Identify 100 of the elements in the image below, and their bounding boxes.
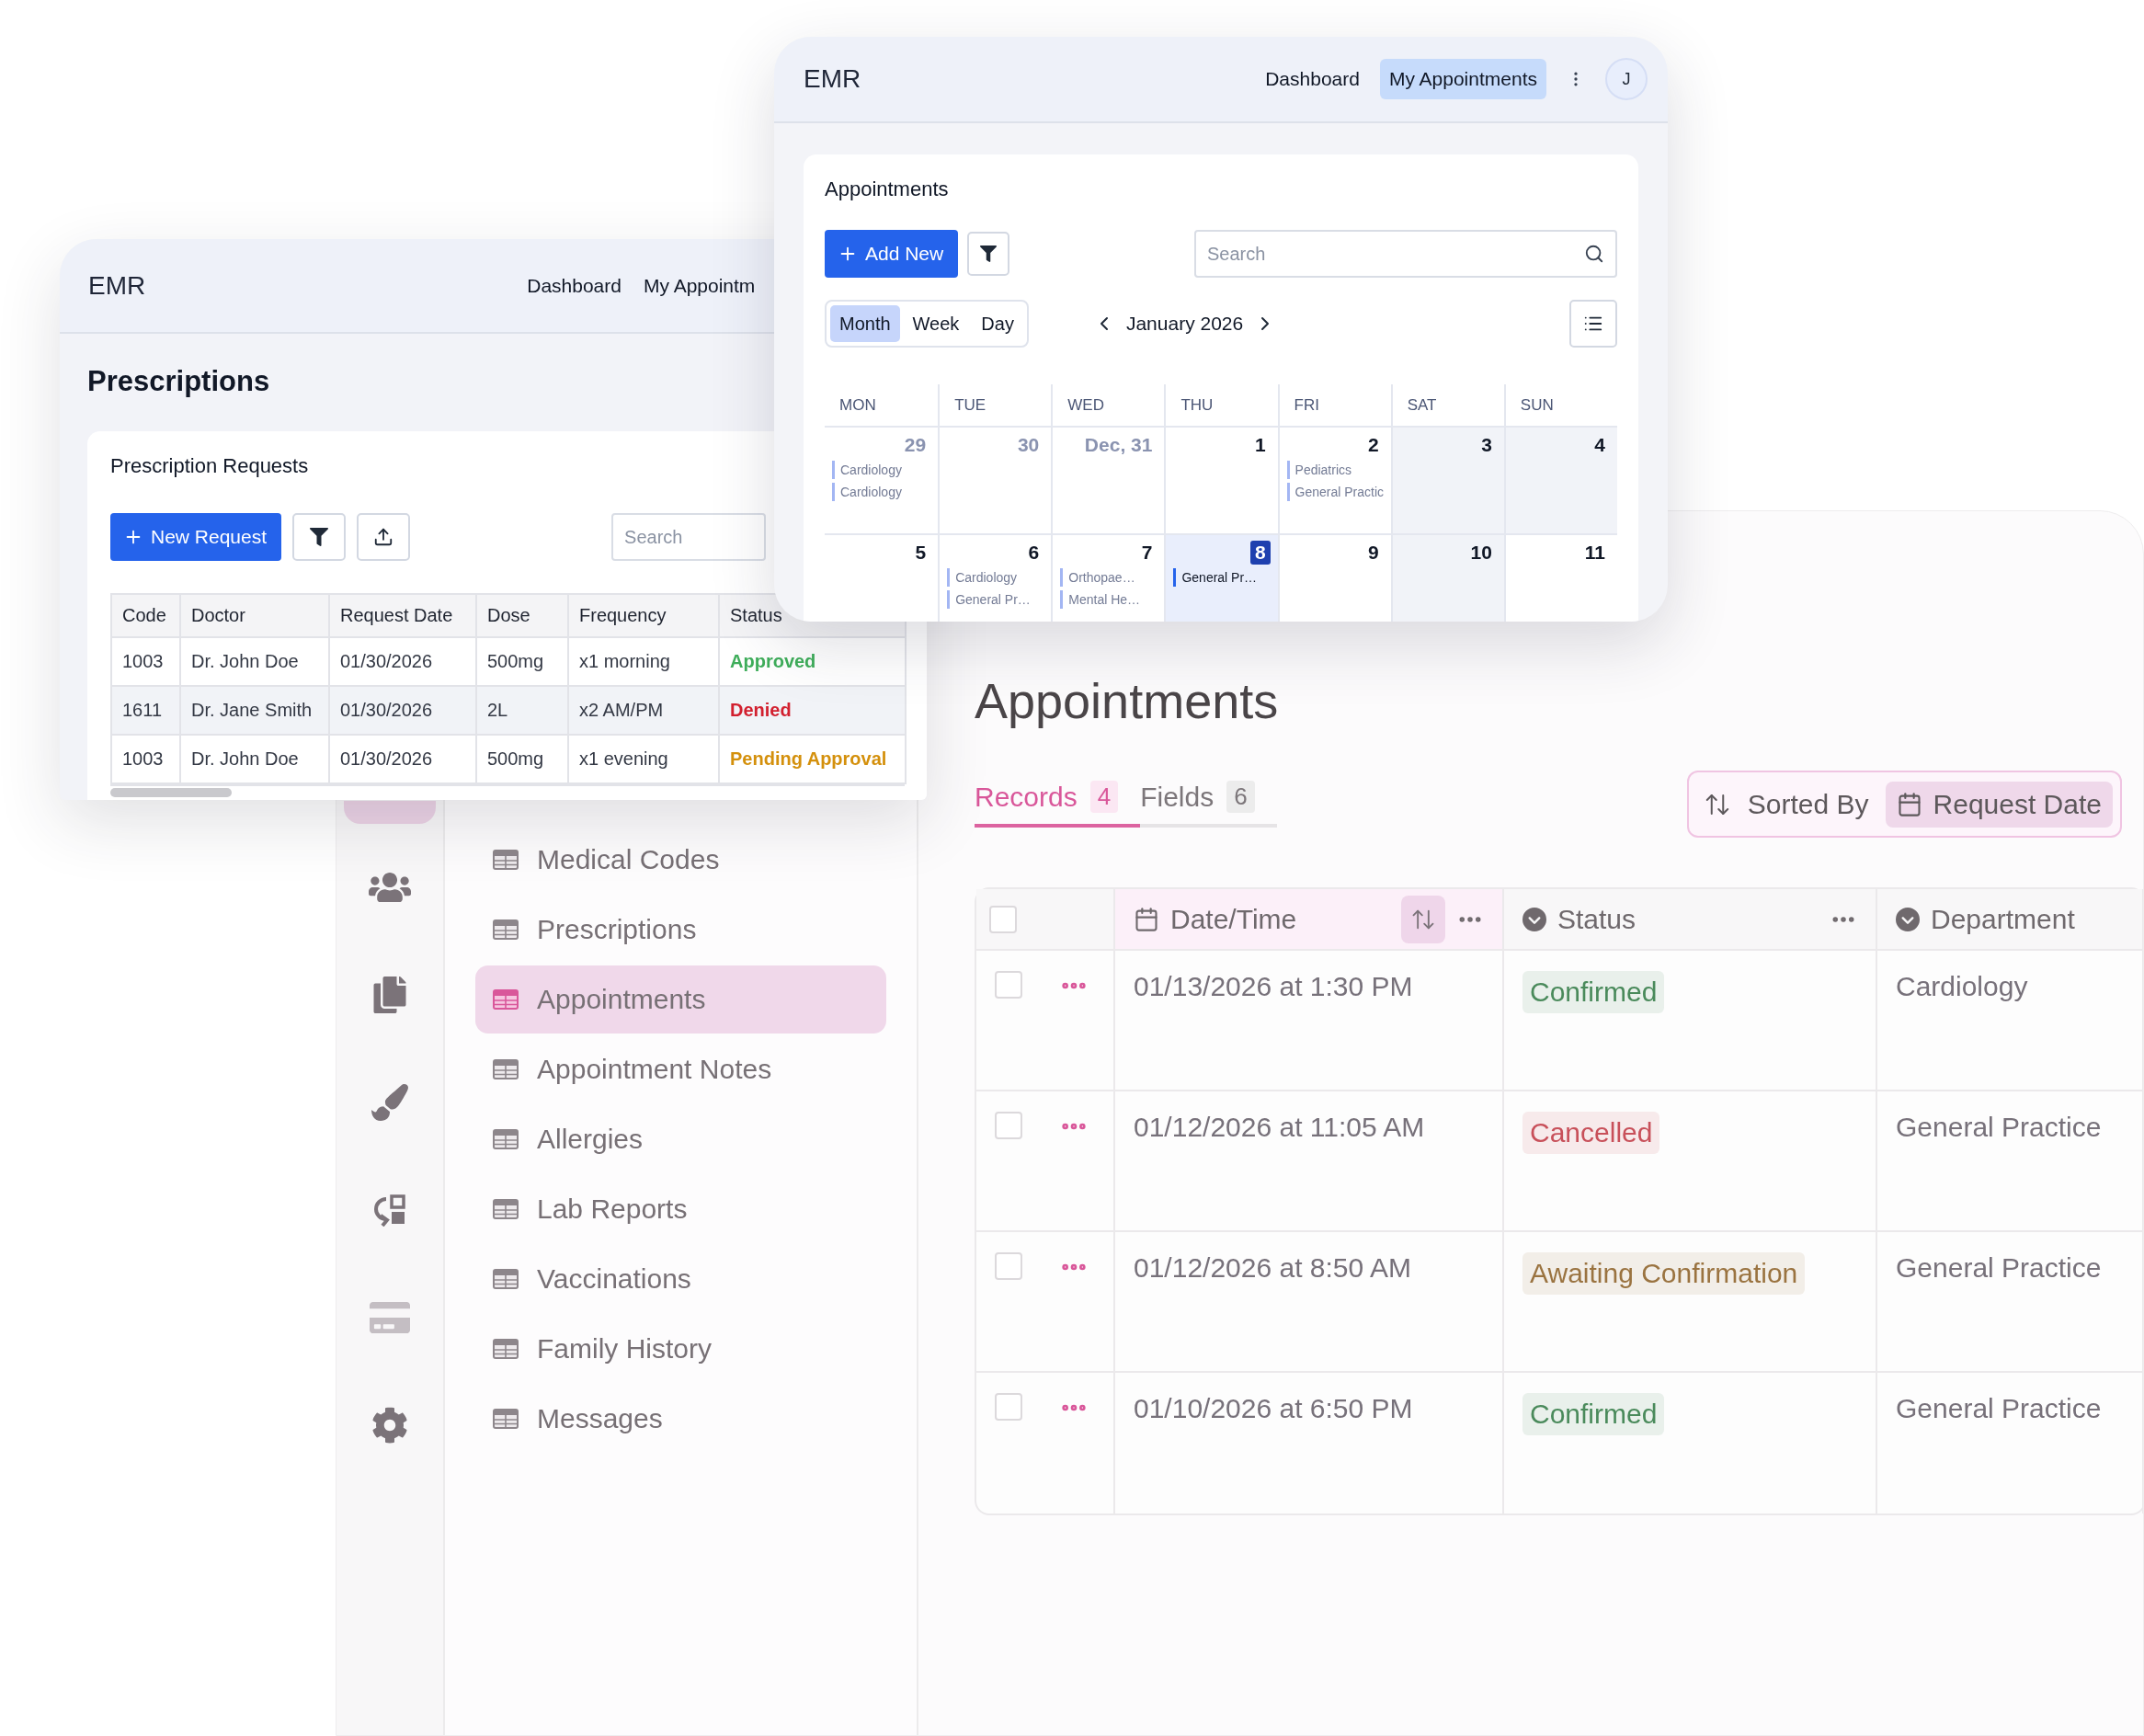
brand: EMR xyxy=(804,64,861,94)
day-cell[interactable]: 8 General Pr… xyxy=(1164,535,1278,622)
status-pill: Confirmed xyxy=(1522,1393,1665,1435)
table-cell: 01/12/2026 at 8:50 AM xyxy=(1115,1232,1504,1373)
nav-item[interactable]: Family History xyxy=(475,1315,886,1383)
day-number: 4 xyxy=(1593,433,1606,457)
table-icon xyxy=(493,919,519,940)
table-cell: 1611 xyxy=(112,687,181,736)
day-number: 5 xyxy=(914,541,928,565)
day-number: 29 xyxy=(903,433,928,457)
documents-icon xyxy=(371,976,408,1013)
view-option[interactable]: Week xyxy=(903,305,969,342)
nav-link[interactable]: My Appointments xyxy=(1379,59,1546,99)
day-cell[interactable]: 2 Pediatrics General Practic xyxy=(1277,428,1391,535)
column-header: Request Date xyxy=(330,595,477,638)
table-cell: 1003 xyxy=(112,736,181,784)
new-request-button[interactable]: New Request xyxy=(110,513,282,561)
day-cell[interactable]: 30 xyxy=(938,428,1052,535)
nav-item[interactable]: Appointment Notes xyxy=(475,1035,886,1103)
brush-icon xyxy=(371,1084,408,1121)
table-cell: 1003 xyxy=(112,638,181,687)
status-text: Approved xyxy=(730,651,816,672)
table-cell: 01/30/2026 xyxy=(330,638,477,687)
column-label: Status xyxy=(1557,903,1637,935)
checkbox[interactable] xyxy=(995,971,1022,999)
page-title: Appointments xyxy=(975,672,1280,730)
table-cell: Dr. John Doe xyxy=(181,736,330,784)
nav-item[interactable]: Vaccinations xyxy=(475,1245,886,1313)
sort-label: Sorted By xyxy=(1747,788,1869,820)
table-cell: x2 AM/PM xyxy=(569,687,720,736)
checkbox[interactable] xyxy=(995,1393,1022,1421)
list-view-button[interactable] xyxy=(1569,300,1617,348)
table-cell: 2L xyxy=(477,687,569,736)
column-label: Department xyxy=(1931,903,2076,935)
day-number: 30 xyxy=(1016,433,1041,457)
nav-item[interactable]: Appointments xyxy=(475,965,886,1034)
column-header: Dose xyxy=(477,595,569,638)
page-title: Prescriptions xyxy=(87,365,271,398)
column-header: Code xyxy=(112,595,181,638)
day-number: 3 xyxy=(1480,433,1493,457)
column-header: Frequency xyxy=(569,595,720,638)
sort-button[interactable] xyxy=(1401,895,1445,943)
calendar-icon xyxy=(1896,791,1922,817)
nav-link[interactable]: Dashboard xyxy=(1265,59,1360,99)
column-header[interactable]: Department xyxy=(1877,889,2143,951)
day-number: 7 xyxy=(1140,541,1154,565)
checkbox[interactable] xyxy=(995,1252,1022,1280)
table-cell: 01/30/2026 xyxy=(330,736,477,784)
table-icon xyxy=(493,1199,519,1219)
column-header[interactable]: Status xyxy=(1504,889,1877,951)
filter-icon xyxy=(980,246,998,262)
scrollbar-thumb[interactable] xyxy=(110,788,232,797)
table-icon xyxy=(493,989,519,1010)
table-cell: x1 evening xyxy=(569,736,720,784)
filter-button[interactable] xyxy=(967,232,1010,276)
tab[interactable]: Fields 6 xyxy=(1140,781,1277,828)
day-cell[interactable]: 10 xyxy=(1390,535,1504,622)
day-number: 1 xyxy=(1253,433,1267,457)
settings-icon xyxy=(371,1407,408,1444)
checkbox[interactable] xyxy=(995,1112,1022,1139)
table-icon xyxy=(493,1129,519,1149)
column-header[interactable]: Date/Time xyxy=(1115,889,1504,951)
checkbox[interactable] xyxy=(989,905,1017,933)
avatar[interactable]: J xyxy=(1605,58,1648,100)
view-option[interactable]: Month xyxy=(830,305,900,342)
add-new-button[interactable]: Add New xyxy=(825,230,959,278)
tab[interactable]: Records 4 xyxy=(975,781,1141,828)
status-pill: Awaiting Confirmation xyxy=(1522,1252,1806,1295)
nav-link[interactable]: My Appointm xyxy=(643,265,756,306)
nav-item[interactable]: Prescriptions xyxy=(475,896,886,964)
table-icon xyxy=(493,1059,519,1079)
day-number: 8 xyxy=(1249,541,1271,565)
search-field[interactable]: Search xyxy=(1194,230,1617,278)
brand: EMR xyxy=(88,270,146,301)
column-header: Doctor xyxy=(181,595,330,638)
nav-item[interactable]: Medical Codes xyxy=(475,826,886,894)
nav-link[interactable]: Dashboard xyxy=(527,265,622,306)
day-cell[interactable]: Dec, 31 xyxy=(1051,428,1165,535)
sort-field-chip[interactable]: Request Date xyxy=(1885,781,2113,828)
day-cell[interactable]: 4 xyxy=(1503,428,1617,535)
day-cell[interactable]: 1 xyxy=(1164,428,1278,535)
search-field[interactable]: Search xyxy=(611,513,767,561)
nav-item[interactable]: Messages xyxy=(475,1385,886,1453)
upload-button[interactable] xyxy=(357,513,411,561)
day-cell[interactable]: 3 xyxy=(1390,428,1504,535)
status-text: Pending Approval xyxy=(730,748,887,770)
sort-control[interactable]: Sorted By Request Date xyxy=(1686,771,2122,838)
table-cell: Dr. John Doe xyxy=(181,638,330,687)
table-icon xyxy=(493,1269,519,1289)
nav-item[interactable]: Allergies xyxy=(475,1105,886,1173)
view-option[interactable]: Day xyxy=(972,305,1023,342)
table-cell: 500mg xyxy=(477,736,569,784)
filter-button[interactable] xyxy=(292,513,347,561)
table-cell: 01/30/2026 xyxy=(330,687,477,736)
status-text: Denied xyxy=(730,700,792,721)
table-cell: 01/12/2026 at 11:05 AM xyxy=(1115,1091,1504,1232)
day-number: 6 xyxy=(1027,541,1041,565)
day-number: 10 xyxy=(1469,541,1493,565)
column-label: Date/Time xyxy=(1170,903,1298,935)
nav-item[interactable]: Lab Reports xyxy=(475,1175,886,1243)
